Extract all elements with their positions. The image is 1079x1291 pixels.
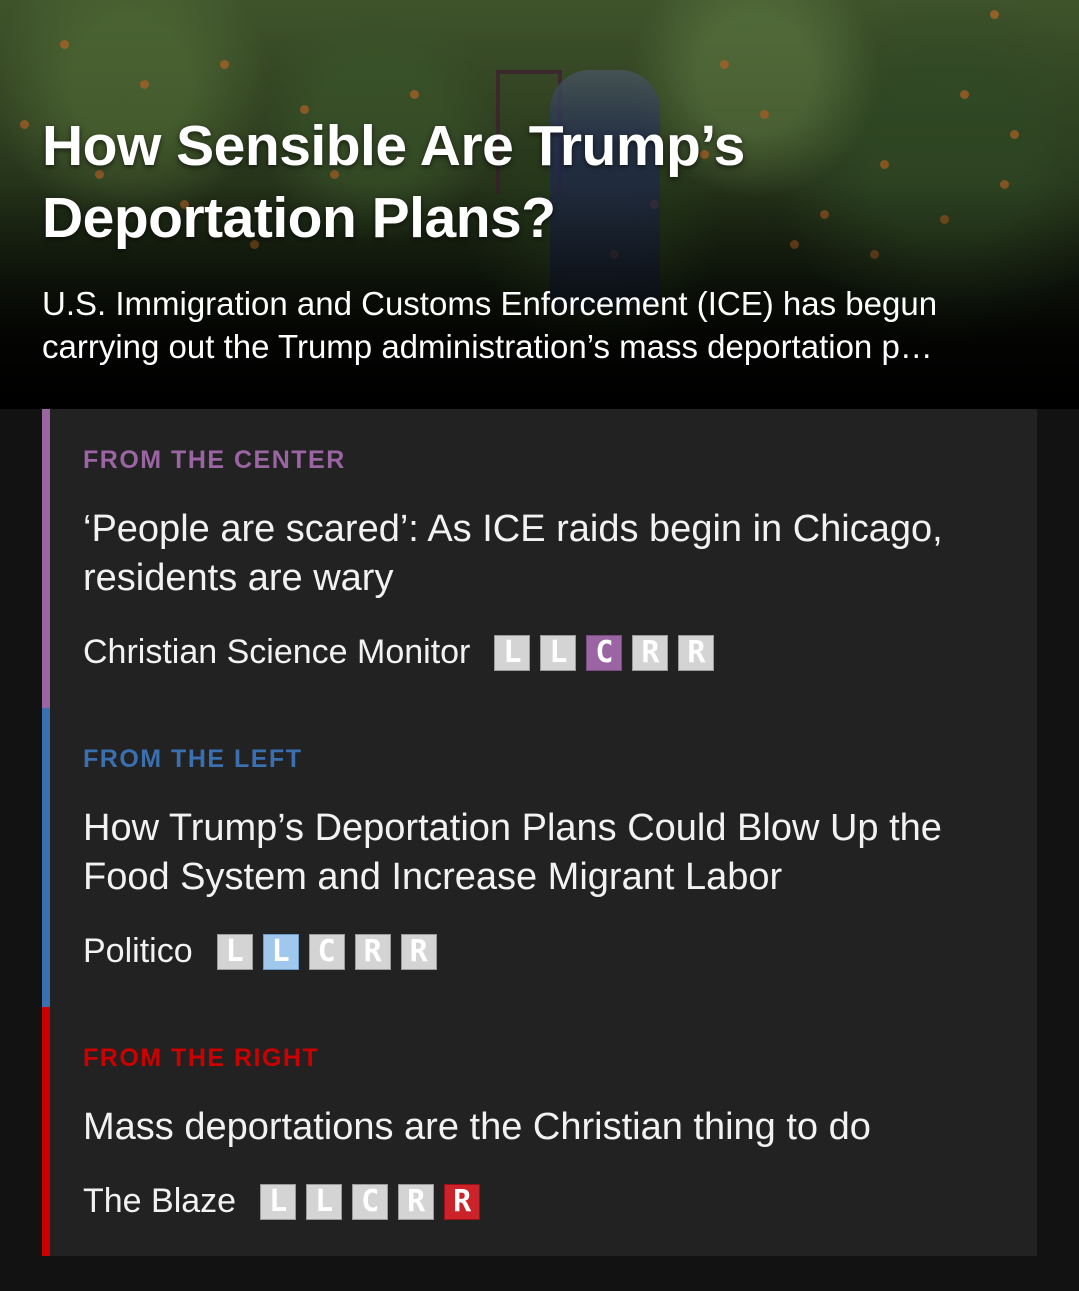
bias-box-lean-left-active: L — [262, 933, 299, 970]
bias-box-center: C — [352, 1183, 389, 1220]
bias-box-lean-right: R — [354, 933, 391, 970]
bias-box-right: R — [678, 634, 715, 671]
article-headline-left[interactable]: How Trump’s Deportation Plans Could Blow… — [83, 804, 1013, 902]
right-accent-bar — [42, 1007, 50, 1256]
bias-box-lean-right: R — [632, 634, 669, 671]
section-label-right: FROM THE RIGHT — [83, 1044, 320, 1072]
source-name-left[interactable]: Politico — [83, 932, 193, 971]
perspective-card-center[interactable]: FROM THE CENTER ‘People are scared’: As … — [42, 409, 1037, 708]
bias-box-lean-right: R — [398, 1183, 435, 1220]
hero-description: U.S. Immigration and Customs Enforcement… — [42, 285, 938, 365]
bias-box-left: L — [260, 1183, 297, 1220]
perspective-card-right[interactable]: FROM THE RIGHT Mass deportations are the… — [42, 1007, 1037, 1256]
source-row-left: Politico L L C R R — [83, 932, 437, 971]
bias-box-center: C — [308, 933, 345, 970]
perspective-card-left[interactable]: FROM THE LEFT How Trump’s Deportation Pl… — [42, 708, 1037, 1007]
source-name-center[interactable]: Christian Science Monitor — [83, 633, 470, 672]
hero-title[interactable]: How Sensible Are Trump’s Deportation Pla… — [42, 110, 942, 254]
bias-box-lean-left: L — [540, 634, 577, 671]
article-headline-center[interactable]: ‘People are scared’: As ICE raids begin … — [83, 505, 1013, 603]
source-row-right: The Blaze L L C R R — [83, 1182, 481, 1221]
bias-rating-center[interactable]: L L C R R — [494, 634, 715, 671]
bias-rating-right[interactable]: L L C R R — [260, 1183, 481, 1220]
left-accent-bar — [42, 708, 50, 1007]
article-headline-right[interactable]: Mass deportations are the Christian thin… — [83, 1103, 1013, 1152]
hero-banner[interactable]: How Sensible Are Trump’s Deportation Pla… — [0, 0, 1079, 409]
bias-box-center-active: C — [586, 634, 623, 671]
section-label-center: FROM THE CENTER — [83, 446, 346, 474]
section-label-left: FROM THE LEFT — [83, 745, 303, 773]
bias-box-left: L — [216, 933, 253, 970]
center-accent-bar — [42, 409, 50, 708]
bias-box-lean-left: L — [306, 1183, 343, 1220]
bias-box-right-active: R — [444, 1183, 481, 1220]
source-name-right[interactable]: The Blaze — [83, 1182, 236, 1221]
bias-rating-left[interactable]: L L C R R — [216, 933, 437, 970]
bias-box-right: R — [400, 933, 437, 970]
source-row-center: Christian Science Monitor L L C R R — [83, 633, 715, 672]
bias-box-left: L — [494, 634, 531, 671]
